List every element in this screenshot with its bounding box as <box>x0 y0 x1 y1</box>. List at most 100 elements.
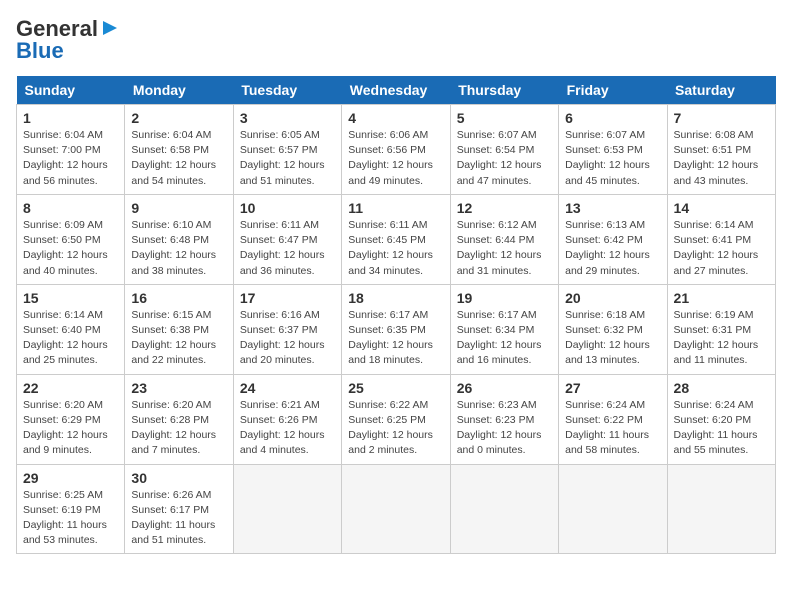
calendar-cell: 25 Sunrise: 6:22 AMSunset: 6:25 PMDayligh… <box>342 374 450 464</box>
day-detail: Sunrise: 6:05 AMSunset: 6:57 PMDaylight:… <box>240 129 325 187</box>
calendar-cell: 27Sunrise: 6:24 AMSunset: 6:22 PMDayligh… <box>559 374 667 464</box>
calendar-cell: 5 Sunrise: 6:07 AMSunset: 6:54 PMDaylight… <box>450 105 558 195</box>
day-detail: Sunrise: 6:16 AMSunset: 6:37 PMDaylight:… <box>240 309 325 367</box>
calendar-cell: 26Sunrise: 6:23 AMSunset: 6:23 PMDayligh… <box>450 374 558 464</box>
calendar-cell: 12 Sunrise: 6:12 AMSunset: 6:44 PMDayligh… <box>450 194 558 284</box>
calendar-cell: 9 Sunrise: 6:10 AMSunset: 6:48 PMDaylight… <box>125 194 233 284</box>
day-number: 15 <box>23 290 118 306</box>
day-detail: Sunrise: 6:20 AMSunset: 6:28 PMDaylight:… <box>131 399 216 457</box>
day-detail: Sunrise: 6:07 AMSunset: 6:54 PMDaylight:… <box>457 129 542 187</box>
day-number: 1 <box>23 110 118 126</box>
calendar-cell: 1 Sunrise: 6:04 AMSunset: 7:00 PMDaylight… <box>17 105 125 195</box>
day-detail: Sunrise: 6:22 AMSunset: 6:25 PMDaylight:… <box>348 399 433 457</box>
day-number: 11 <box>348 200 443 216</box>
day-number: 22 <box>23 380 118 396</box>
calendar-cell: 21 Sunrise: 6:19 AMSunset: 6:31 PMDayligh… <box>667 284 775 374</box>
calendar-cell <box>450 464 558 554</box>
calendar-cell: 15 Sunrise: 6:14 AMSunset: 6:40 PMDayligh… <box>17 284 125 374</box>
day-detail: Sunrise: 6:08 AMSunset: 6:51 PMDaylight:… <box>674 129 759 187</box>
day-detail: Sunrise: 6:19 AMSunset: 6:31 PMDaylight:… <box>674 309 759 367</box>
weekday-header-monday: Monday <box>125 76 233 105</box>
calendar-cell <box>667 464 775 554</box>
day-detail: Sunrise: 6:10 AMSunset: 6:48 PMDaylight:… <box>131 219 216 277</box>
calendar-cell: 22 Sunrise: 6:20 AMSunset: 6:29 PMDayligh… <box>17 374 125 464</box>
calendar-cell <box>233 464 341 554</box>
day-number: 13 <box>565 200 660 216</box>
calendar-week-2: 8 Sunrise: 6:09 AMSunset: 6:50 PMDaylight… <box>17 194 776 284</box>
calendar-cell: 13 Sunrise: 6:13 AMSunset: 6:42 PMDayligh… <box>559 194 667 284</box>
calendar-cell: 3Sunrise: 6:05 AMSunset: 6:57 PMDaylight… <box>233 105 341 195</box>
day-detail: Sunrise: 6:20 AMSunset: 6:29 PMDaylight:… <box>23 399 108 457</box>
day-detail: Sunrise: 6:14 AMSunset: 6:41 PMDaylight:… <box>674 219 759 277</box>
calendar-cell: 18 Sunrise: 6:17 AMSunset: 6:35 PMDayligh… <box>342 284 450 374</box>
day-detail: Sunrise: 6:15 AMSunset: 6:38 PMDaylight:… <box>131 309 216 367</box>
day-detail: Sunrise: 6:17 AMSunset: 6:35 PMDaylight:… <box>348 309 433 367</box>
day-detail: Sunrise: 6:24 AMSunset: 6:22 PMDaylight:… <box>565 399 649 457</box>
calendar-week-5: 29 Sunrise: 6:25 AMSunset: 6:19 PMDayligh… <box>17 464 776 554</box>
page-header: General Blue <box>16 16 776 64</box>
calendar-cell: 19Sunrise: 6:17 AMSunset: 6:34 PMDayligh… <box>450 284 558 374</box>
calendar-cell: 30Sunrise: 6:26 AMSunset: 6:17 PMDayligh… <box>125 464 233 554</box>
day-number: 26 <box>457 380 552 396</box>
day-detail: Sunrise: 6:09 AMSunset: 6:50 PMDaylight:… <box>23 219 108 277</box>
calendar-week-3: 15 Sunrise: 6:14 AMSunset: 6:40 PMDayligh… <box>17 284 776 374</box>
day-number: 7 <box>674 110 769 126</box>
weekday-header-thursday: Thursday <box>450 76 558 105</box>
calendar-cell <box>559 464 667 554</box>
logo-blue: Blue <box>16 38 64 64</box>
day-detail: Sunrise: 6:14 AMSunset: 6:40 PMDaylight:… <box>23 309 108 367</box>
day-number: 29 <box>23 470 118 486</box>
calendar-cell: 7 Sunrise: 6:08 AMSunset: 6:51 PMDaylight… <box>667 105 775 195</box>
weekday-header-row: SundayMondayTuesdayWednesdayThursdayFrid… <box>17 76 776 105</box>
day-detail: Sunrise: 6:13 AMSunset: 6:42 PMDaylight:… <box>565 219 650 277</box>
day-detail: Sunrise: 6:11 AMSunset: 6:45 PMDaylight:… <box>348 219 433 277</box>
day-number: 10 <box>240 200 335 216</box>
calendar-cell: 11 Sunrise: 6:11 AMSunset: 6:45 PMDayligh… <box>342 194 450 284</box>
day-number: 25 <box>348 380 443 396</box>
weekday-header-tuesday: Tuesday <box>233 76 341 105</box>
day-number: 23 <box>131 380 226 396</box>
calendar-cell: 16 Sunrise: 6:15 AMSunset: 6:38 PMDayligh… <box>125 284 233 374</box>
calendar-cell: 4Sunrise: 6:06 AMSunset: 6:56 PMDaylight… <box>342 105 450 195</box>
calendar-table: SundayMondayTuesdayWednesdayThursdayFrid… <box>16 76 776 554</box>
day-detail: Sunrise: 6:21 AMSunset: 6:26 PMDaylight:… <box>240 399 325 457</box>
calendar-cell <box>342 464 450 554</box>
day-number: 18 <box>348 290 443 306</box>
day-number: 6 <box>565 110 660 126</box>
day-detail: Sunrise: 6:12 AMSunset: 6:44 PMDaylight:… <box>457 219 542 277</box>
day-number: 20 <box>565 290 660 306</box>
calendar-cell: 20 Sunrise: 6:18 AMSunset: 6:32 PMDayligh… <box>559 284 667 374</box>
weekday-header-sunday: Sunday <box>17 76 125 105</box>
day-detail: Sunrise: 6:25 AMSunset: 6:19 PMDaylight:… <box>23 489 107 547</box>
day-detail: Sunrise: 6:04 AMSunset: 7:00 PMDaylight:… <box>23 129 108 187</box>
weekday-header-friday: Friday <box>559 76 667 105</box>
day-detail: Sunrise: 6:06 AMSunset: 6:56 PMDaylight:… <box>348 129 433 187</box>
calendar-cell: 17Sunrise: 6:16 AMSunset: 6:37 PMDayligh… <box>233 284 341 374</box>
day-number: 24 <box>240 380 335 396</box>
day-number: 5 <box>457 110 552 126</box>
calendar-cell: 23 Sunrise: 6:20 AMSunset: 6:28 PMDayligh… <box>125 374 233 464</box>
calendar-cell: 6 Sunrise: 6:07 AMSunset: 6:53 PMDaylight… <box>559 105 667 195</box>
day-detail: Sunrise: 6:07 AMSunset: 6:53 PMDaylight:… <box>565 129 650 187</box>
logo: General Blue <box>16 16 121 64</box>
weekday-header-saturday: Saturday <box>667 76 775 105</box>
weekday-header-wednesday: Wednesday <box>342 76 450 105</box>
day-number: 16 <box>131 290 226 306</box>
calendar-cell: 8 Sunrise: 6:09 AMSunset: 6:50 PMDaylight… <box>17 194 125 284</box>
day-number: 14 <box>674 200 769 216</box>
calendar-cell: 29 Sunrise: 6:25 AMSunset: 6:19 PMDayligh… <box>17 464 125 554</box>
day-number: 9 <box>131 200 226 216</box>
calendar-week-4: 22 Sunrise: 6:20 AMSunset: 6:29 PMDayligh… <box>17 374 776 464</box>
day-detail: Sunrise: 6:26 AMSunset: 6:17 PMDaylight:… <box>131 489 215 547</box>
day-detail: Sunrise: 6:17 AMSunset: 6:34 PMDaylight:… <box>457 309 542 367</box>
day-number: 2 <box>131 110 226 126</box>
day-number: 12 <box>457 200 552 216</box>
day-number: 8 <box>23 200 118 216</box>
day-detail: Sunrise: 6:18 AMSunset: 6:32 PMDaylight:… <box>565 309 650 367</box>
calendar-cell: 28Sunrise: 6:24 AMSunset: 6:20 PMDayligh… <box>667 374 775 464</box>
calendar-cell: 14 Sunrise: 6:14 AMSunset: 6:41 PMDayligh… <box>667 194 775 284</box>
day-number: 21 <box>674 290 769 306</box>
calendar-cell: 24 Sunrise: 6:21 AMSunset: 6:26 PMDayligh… <box>233 374 341 464</box>
day-detail: Sunrise: 6:24 AMSunset: 6:20 PMDaylight:… <box>674 399 758 457</box>
logo-arrow-icon <box>99 17 121 39</box>
